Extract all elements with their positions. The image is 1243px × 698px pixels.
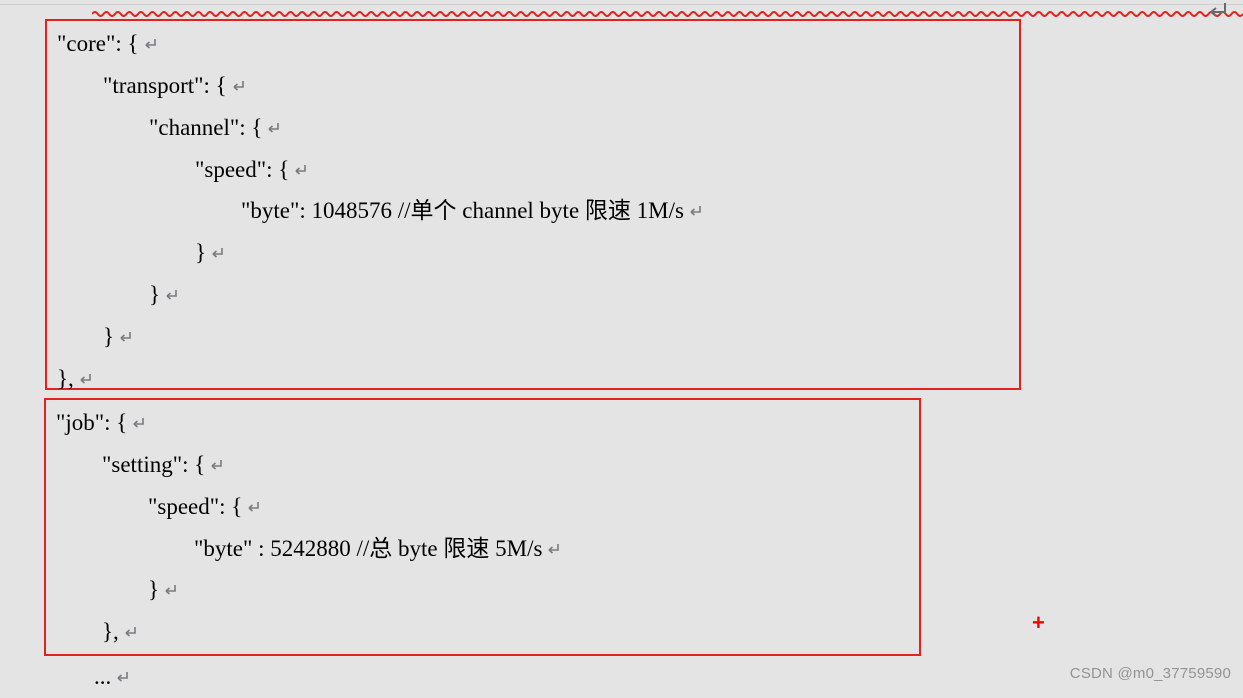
code-line: "speed": { <box>57 149 1009 191</box>
carriage-return-icon <box>131 416 146 430</box>
code-line: } <box>57 316 1009 358</box>
carriage-return-icon <box>115 670 130 684</box>
code-line: "job": { <box>56 402 909 444</box>
spellcheck-squiggle <box>92 10 1243 18</box>
code-line-ellipsis: ... <box>48 656 130 698</box>
code-line: } <box>57 274 1009 316</box>
core-config-box: "core": { "transport": { "channel": { "s… <box>45 19 1021 390</box>
carriage-return-icon <box>210 246 225 260</box>
paragraph-return-icon <box>1205 0 1227 18</box>
top-rule <box>0 4 1243 5</box>
code-line: "setting": { <box>56 444 909 486</box>
code-line: }, <box>56 611 909 653</box>
carriage-return-icon <box>163 583 178 597</box>
job-config-box: "job": { "setting": { "speed": { "byte" … <box>44 398 921 656</box>
code-line: "byte": 1048576 //单个 channel byte 限速 1M/… <box>57 190 1009 232</box>
carriage-return-icon <box>118 330 133 344</box>
carriage-return-icon <box>123 625 138 639</box>
code-line: } <box>56 569 909 611</box>
carriage-return-icon <box>78 372 93 386</box>
code-line: "byte" : 5242880 //总 byte 限速 5M/s <box>56 528 909 570</box>
carriage-return-icon <box>546 542 561 556</box>
insertion-marker-icon: + <box>1032 610 1045 636</box>
code-line: "transport": { <box>57 65 1009 107</box>
carriage-return-icon <box>293 163 308 177</box>
carriage-return-icon <box>266 121 281 135</box>
carriage-return-icon <box>164 288 179 302</box>
carriage-return-icon <box>688 204 703 218</box>
watermark: CSDN @m0_37759590 <box>1070 665 1231 682</box>
code-line: }, <box>57 358 1009 400</box>
carriage-return-icon <box>231 79 246 93</box>
carriage-return-icon <box>246 500 261 514</box>
carriage-return-icon <box>143 37 158 51</box>
code-line: } <box>57 232 1009 274</box>
code-line: "channel": { <box>57 107 1009 149</box>
code-line: "speed": { <box>56 486 909 528</box>
code-area: "core": { "transport": { "channel": { "s… <box>44 19 1043 678</box>
code-line: "core": { <box>57 23 1009 65</box>
carriage-return-icon <box>209 458 224 472</box>
